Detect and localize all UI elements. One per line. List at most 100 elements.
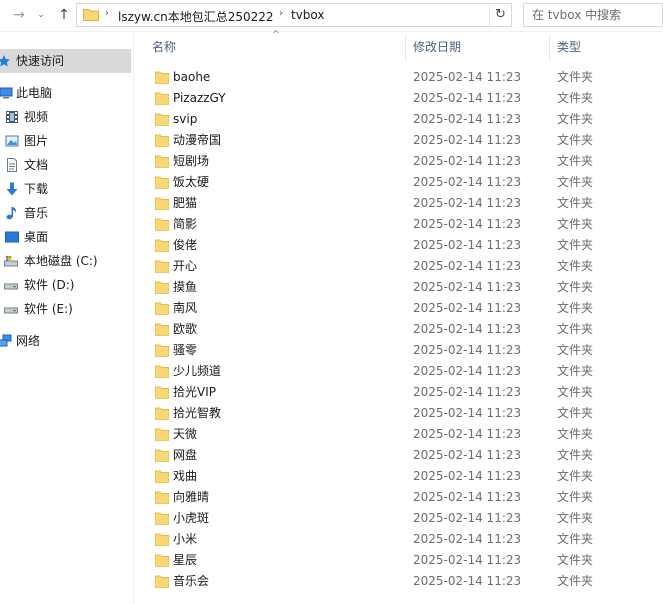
file-name: 开心 [173, 259, 198, 273]
system-drive-icon [4, 256, 18, 267]
file-name: 摸鱼 [173, 280, 198, 294]
file-type: 文件夹 [557, 154, 594, 168]
file-name: 向雅晴 [173, 490, 210, 504]
sidebar-item-label: 视频 [24, 110, 49, 124]
folder-icon [155, 491, 169, 504]
file-row[interactable]: 动漫帝国 2025-02-14 11:23 文件夹 [134, 130, 663, 151]
folder-icon [155, 365, 169, 378]
drive-icon [4, 307, 18, 314]
file-modified-date: 2025-02-14 11:23 [413, 301, 522, 315]
file-row[interactable]: 拾光智教 2025-02-14 11:23 文件夹 [134, 403, 663, 424]
column-resize-handle[interactable] [549, 36, 550, 60]
file-name: 欧歌 [173, 322, 198, 336]
drive-icon [4, 283, 18, 290]
sidebar-item-documents[interactable]: 文档 [0, 153, 131, 177]
file-row[interactable]: 少儿频道 2025-02-14 11:23 文件夹 [134, 361, 663, 382]
file-name: 肥猫 [173, 196, 198, 210]
up-arrow-icon[interactable]: ↑ [55, 6, 73, 24]
file-row[interactable]: 肥猫 2025-02-14 11:23 文件夹 [134, 193, 663, 214]
column-header-date[interactable]: 修改日期 [413, 36, 461, 58]
folder-icon [83, 9, 99, 21]
file-modified-date: 2025-02-14 11:23 [413, 91, 522, 105]
folder-icon [155, 113, 169, 126]
file-row[interactable]: 摸鱼 2025-02-14 11:23 文件夹 [134, 277, 663, 298]
desktop-icon [5, 231, 19, 243]
sidebar-item-pictures[interactable]: 图片 [0, 129, 131, 153]
folder-icon [155, 554, 169, 567]
file-row[interactable]: 星辰 2025-02-14 11:23 文件夹 [134, 550, 663, 571]
forward-arrow-icon[interactable]: → [10, 6, 28, 24]
recent-locations-chevron-icon[interactable]: ⌄ [32, 6, 50, 24]
column-resize-handle[interactable] [405, 36, 406, 60]
breadcrumb-segment[interactable]: lszyw.cn本地包汇总250222 [118, 8, 274, 25]
file-row[interactable]: svip 2025-02-14 11:23 文件夹 [134, 109, 663, 130]
folder-icon [155, 155, 169, 168]
column-header-type[interactable]: 类型 [557, 36, 581, 58]
folder-icon [155, 281, 169, 294]
file-row[interactable]: 南风 2025-02-14 11:23 文件夹 [134, 298, 663, 319]
sidebar-item-drive-c[interactable]: 本地磁盘 (C:) [0, 249, 131, 273]
refresh-icon[interactable]: ↻ [489, 3, 512, 27]
sidebar-item-desktop[interactable]: 桌面 [0, 225, 131, 249]
folder-icon [155, 176, 169, 189]
file-row[interactable]: 骚零 2025-02-14 11:23 文件夹 [134, 340, 663, 361]
file-row[interactable]: 开心 2025-02-14 11:23 文件夹 [134, 256, 663, 277]
sidebar-item-network[interactable]: 网络 [0, 329, 131, 353]
file-row[interactable]: 向雅晴 2025-02-14 11:23 文件夹 [134, 487, 663, 508]
folder-icon [155, 386, 169, 399]
file-name: 小虎斑 [173, 511, 210, 525]
file-row[interactable]: 简影 2025-02-14 11:23 文件夹 [134, 214, 663, 235]
folder-icon [155, 323, 169, 336]
file-type: 文件夹 [557, 385, 594, 399]
sidebar-item-music[interactable]: 音乐 [0, 201, 131, 225]
breadcrumb-separator-icon[interactable]: › [105, 8, 109, 19]
file-row[interactable]: 天微 2025-02-14 11:23 文件夹 [134, 424, 663, 445]
file-row[interactable]: 俊佬 2025-02-14 11:23 文件夹 [134, 235, 663, 256]
file-modified-date: 2025-02-14 11:23 [413, 154, 522, 168]
file-name: baohe [173, 70, 211, 84]
breadcrumb-segment[interactable]: tvbox [291, 8, 325, 22]
file-row[interactable]: PizazzGY 2025-02-14 11:23 文件夹 [134, 88, 663, 109]
file-type: 文件夹 [557, 574, 594, 588]
column-header-name[interactable]: 名称 [152, 36, 176, 58]
file-row[interactable]: 短剧场 2025-02-14 11:23 文件夹 [134, 151, 663, 172]
sidebar-item-quick-access[interactable]: 快速访问 [0, 49, 131, 73]
folder-icon [155, 449, 169, 462]
file-modified-date: 2025-02-14 11:23 [413, 490, 522, 504]
sidebar-item-drive-d[interactable]: 软件 (D:) [0, 273, 131, 297]
file-row[interactable]: 音乐会 2025-02-14 11:23 文件夹 [134, 571, 663, 592]
sidebar-item-label: 网络 [16, 334, 41, 348]
folder-icon [155, 71, 169, 84]
file-modified-date: 2025-02-14 11:23 [413, 259, 522, 273]
sidebar-item-drive-e[interactable]: 软件 (E:) [0, 297, 131, 321]
sort-ascending-icon: ^ [272, 30, 280, 40]
file-modified-date: 2025-02-14 11:23 [413, 175, 522, 189]
sidebar-item-this-pc[interactable]: 此电脑 [0, 81, 131, 105]
folder-icon [155, 239, 169, 252]
sidebar-item-label: 图片 [24, 134, 49, 148]
file-modified-date: 2025-02-14 11:23 [413, 196, 522, 210]
folder-icon [155, 533, 169, 546]
file-name: 少儿频道 [173, 364, 222, 378]
search-input[interactable]: 在 tvbox 中搜索 [523, 3, 663, 27]
video-icon [6, 111, 18, 123]
file-modified-date: 2025-02-14 11:23 [413, 427, 522, 441]
file-modified-date: 2025-02-14 11:23 [413, 553, 522, 567]
file-row[interactable]: 戏曲 2025-02-14 11:23 文件夹 [134, 466, 663, 487]
file-row[interactable]: 饭太硬 2025-02-14 11:23 文件夹 [134, 172, 663, 193]
file-row[interactable]: 拾光VIP 2025-02-14 11:23 文件夹 [134, 382, 663, 403]
address-bar[interactable]: › lszyw.cn本地包汇总250222 › tvbox ⌄ [76, 3, 512, 27]
file-row[interactable]: 小米 2025-02-14 11:23 文件夹 [134, 529, 663, 550]
sidebar-item-videos[interactable]: 视频 [0, 105, 131, 129]
breadcrumb-separator-icon[interactable]: › [279, 8, 283, 19]
file-row[interactable]: baohe 2025-02-14 11:23 文件夹 [134, 67, 663, 88]
file-row[interactable]: 小虎斑 2025-02-14 11:23 文件夹 [134, 508, 663, 529]
file-row[interactable]: 欧歌 2025-02-14 11:23 文件夹 [134, 319, 663, 340]
file-row[interactable]: 网盘 2025-02-14 11:23 文件夹 [134, 445, 663, 466]
sidebar-item-label: 音乐 [24, 206, 49, 220]
folder-icon [155, 344, 169, 357]
file-type: 文件夹 [557, 112, 594, 126]
file-name: 戏曲 [173, 469, 198, 483]
file-name: 星辰 [173, 553, 198, 567]
sidebar-item-downloads[interactable]: 下载 [0, 177, 131, 201]
